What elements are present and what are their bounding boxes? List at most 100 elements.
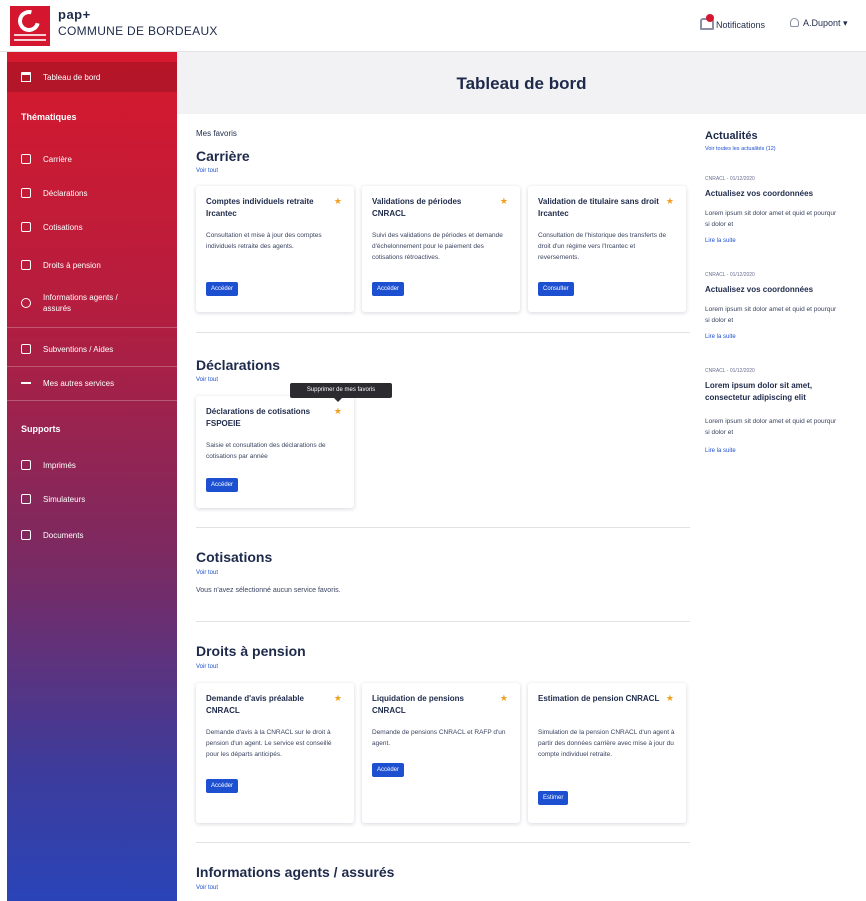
user-menu-button[interactable]: A.Dupont ▾ [790, 18, 848, 29]
empty-favorites-message: Vous n'avez sélectionné aucun service fa… [196, 587, 341, 594]
see-all-cotisations-link[interactable]: Voir tout [196, 570, 218, 576]
read-more-link[interactable]: Lire la suite [705, 238, 736, 244]
sidebar-item-subventions[interactable]: Subventions / Aides [7, 334, 177, 364]
logo-line [14, 34, 46, 36]
news-date: CNRACL - 01/12/2020 [705, 176, 755, 182]
acceder-button[interactable]: Accéder [206, 282, 239, 296]
sidebar-heading-supports: Supports [21, 424, 61, 434]
favorite-star-icon[interactable]: ★ [334, 693, 342, 704]
card-description: Consultation de l'historique des transfe… [538, 232, 667, 261]
favorite-star-icon[interactable]: ★ [500, 693, 508, 704]
sidebar-item-simulateurs[interactable]: Simulateurs [7, 484, 177, 514]
sidebar-item-label: Subventions / Aides [43, 344, 114, 354]
section-divider [196, 842, 690, 843]
section-divider [196, 621, 690, 622]
remove-favorite-tooltip: Supprimer de mes favoris [290, 383, 392, 398]
card-liquidation-pensions: Liquidation de pensions CNRACL ★ Demande… [362, 683, 520, 823]
sidebar-divider [7, 366, 177, 367]
card-title: Validation de titulaire sans droit Ircan… [538, 197, 659, 218]
document-icon [21, 260, 31, 270]
brand-commune-name: COMMUNE DE BORDEAUX [58, 24, 218, 38]
acceder-button[interactable]: Accéder [206, 779, 239, 793]
section-title-declarations: Déclarations [196, 357, 281, 373]
sidebar-item-label: Informations agents / assurés [43, 293, 118, 313]
sidebar-item-declarations[interactable]: Déclarations [7, 178, 177, 208]
card-estimation-pension: Estimation de pension CNRACL ★ Simulatio… [528, 683, 686, 823]
section-title-cotisations: Cotisations [196, 549, 273, 565]
sidebar-item-autres-services[interactable]: Mes autres services [7, 368, 177, 398]
clipboard-icon [21, 344, 31, 354]
acceder-button[interactable]: Accéder [372, 282, 405, 296]
sidebar-item-label: Simulateurs [43, 494, 86, 504]
card-description: Consultation et mise à jour des comptes … [206, 232, 322, 250]
news-date: CNRACL - 01/12/2020 [705, 368, 755, 374]
page-title: Tableau de bord [456, 74, 587, 93]
card-declarations-fspoeie: Déclarations de cotisations FSPOEIE ★ Sa… [196, 396, 354, 508]
card-comptes-individuels: Comptes individuels retraite Ircantec ★ … [196, 186, 354, 312]
see-all-declarations-link[interactable]: Voir tout [196, 377, 218, 383]
news-headline[interactable]: Lorem ipsum dolor sit amet, consectetur … [705, 380, 845, 404]
sidebar-divider [7, 400, 177, 401]
section-title-droits-pension: Droits à pension [196, 643, 306, 659]
sidebar-item-label: Imprimés [43, 460, 76, 470]
top-bar: pap+ COMMUNE DE BORDEAUX Notifications A… [0, 0, 866, 52]
card-title: Comptes individuels retraite Ircantec [206, 197, 314, 218]
news-title: Actualités [705, 130, 758, 142]
card-title: Demande d'avis préalable CNRACL [206, 694, 304, 715]
card-description: Saisie et consultation des déclarations … [206, 442, 326, 460]
card-title: Estimation de pension CNRACL [538, 694, 660, 703]
sidebar-item-label: Tableau de bord [43, 72, 101, 82]
sidebar-item-label: Droits à pension [43, 260, 101, 270]
sidebar-heading-thematiques: Thématiques [21, 112, 77, 122]
news-date: CNRACL - 01/12/2020 [705, 272, 755, 278]
login-icon [21, 222, 31, 232]
news-body: Lorem ipsum sit dolor amet et quid et po… [705, 306, 837, 324]
sidebar-item-carriere[interactable]: Carrière [7, 144, 177, 174]
news-body: Lorem ipsum sit dolor amet et quid et po… [705, 210, 837, 228]
news-headline[interactable]: Actualisez vos coordonnées [705, 188, 845, 200]
favorite-star-icon[interactable]: ★ [334, 196, 342, 207]
sidebar-item-documents[interactable]: Documents [7, 520, 177, 550]
read-more-link[interactable]: Lire la suite [705, 334, 736, 340]
section-title-carriere: Carrière [196, 148, 250, 164]
favorite-star-icon[interactable]: ★ [500, 196, 508, 207]
acceder-button[interactable]: Accéder [372, 763, 405, 777]
card-title: Liquidation de pensions CNRACL [372, 694, 464, 715]
sidebar-item-informations[interactable]: Informations agents / assurés [7, 288, 177, 318]
sidebar-item-droits-pension[interactable]: Droits à pension [7, 250, 177, 280]
briefcase-icon [21, 154, 31, 164]
sidebar-item-dashboard[interactable]: Tableau de bord [7, 62, 177, 92]
calculator-icon [21, 494, 31, 504]
news-headline[interactable]: Actualisez vos coordonnées [705, 284, 845, 296]
read-more-link[interactable]: Lire la suite [705, 448, 736, 454]
favorite-star-icon[interactable]: ★ [334, 406, 342, 417]
estimer-button[interactable]: Estimer [538, 791, 569, 805]
section-divider [196, 527, 690, 528]
notifications-label: Notifications [716, 20, 766, 30]
see-all-carriere-link[interactable]: Voir tout [196, 168, 218, 174]
card-title: Validations de périodes CNRACL [372, 197, 462, 218]
card-validations-periodes: Validations de périodes CNRACL ★ Suivi d… [362, 186, 520, 312]
see-all-news-link[interactable]: Voir toutes les actualités (12) [705, 146, 776, 152]
sidebar-item-cotisations[interactable]: Cotisations [7, 212, 177, 242]
see-all-droits-link[interactable]: Voir tout [196, 664, 218, 670]
brand-app-name: pap+ [58, 7, 91, 22]
news-body: Lorem ipsum sit dolor amet et quid et po… [705, 418, 837, 436]
form-icon [21, 460, 31, 470]
card-description: Suivi des validations de périodes et dem… [372, 232, 503, 261]
favorite-star-icon[interactable]: ★ [666, 693, 674, 704]
favorites-label: Mes favoris [196, 129, 237, 138]
card-validation-titulaire: Validation de titulaire sans droit Ircan… [528, 186, 686, 312]
see-all-informations-link[interactable]: Voir tout [196, 885, 218, 891]
card-description: Demande d'avis à la CNRACL sur le droit … [206, 729, 332, 758]
card-avis-prealable: Demande d'avis préalable CNRACL ★ Demand… [196, 683, 354, 823]
acceder-button[interactable]: Accéder [206, 478, 239, 492]
favorite-star-icon[interactable]: ★ [666, 196, 674, 207]
sidebar-item-label: Documents [43, 530, 84, 540]
section-title-informations: Informations agents / assurés [196, 864, 395, 880]
file-icon [21, 530, 31, 540]
dash-icon [21, 382, 31, 384]
consulter-button[interactable]: Consulter [538, 282, 574, 296]
bordeaux-logo[interactable] [10, 5, 50, 46]
sidebar-item-imprimes[interactable]: Imprimés [7, 450, 177, 480]
